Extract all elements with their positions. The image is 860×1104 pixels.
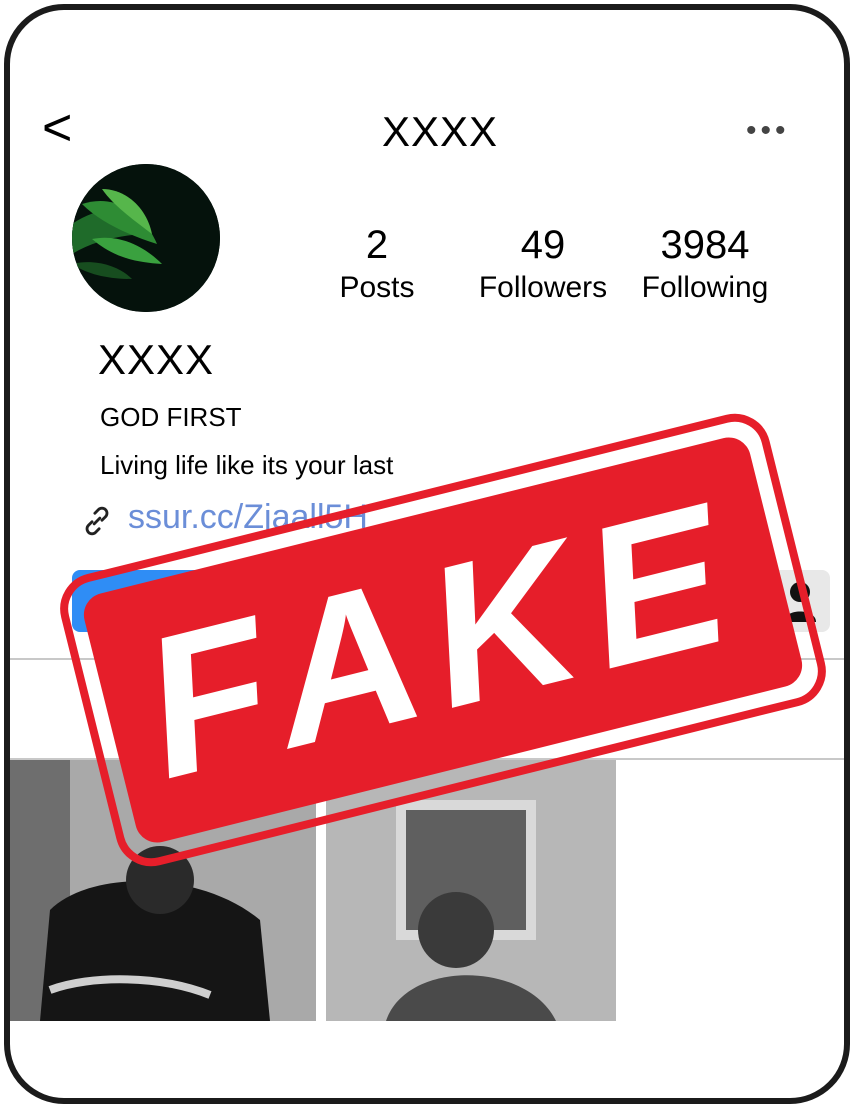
- stat-value: 2: [365, 223, 389, 267]
- stat-value: 3984: [660, 223, 750, 267]
- stat-following[interactable]: 3984 Following: [630, 222, 780, 306]
- stat-value: 49: [520, 223, 566, 267]
- stat-label: Followers: [478, 271, 608, 304]
- stat-label: Posts: [339, 271, 415, 304]
- more-options-button[interactable]: •••: [746, 114, 790, 148]
- back-button[interactable]: <: [42, 102, 72, 154]
- link-icon: [85, 506, 109, 536]
- avatar[interactable]: [72, 164, 220, 312]
- avatar-leaf-image: [72, 164, 220, 312]
- stat-label: Following: [641, 271, 769, 304]
- bio-line: GOD FIRST: [100, 402, 242, 432]
- page-title: XXXX: [381, 108, 499, 155]
- stat-posts[interactable]: 2 Posts: [302, 222, 452, 306]
- profile-name: XXXX: [98, 336, 215, 383]
- stat-followers[interactable]: 49 Followers: [468, 222, 618, 306]
- bio-line: Living life like its your last: [100, 450, 394, 480]
